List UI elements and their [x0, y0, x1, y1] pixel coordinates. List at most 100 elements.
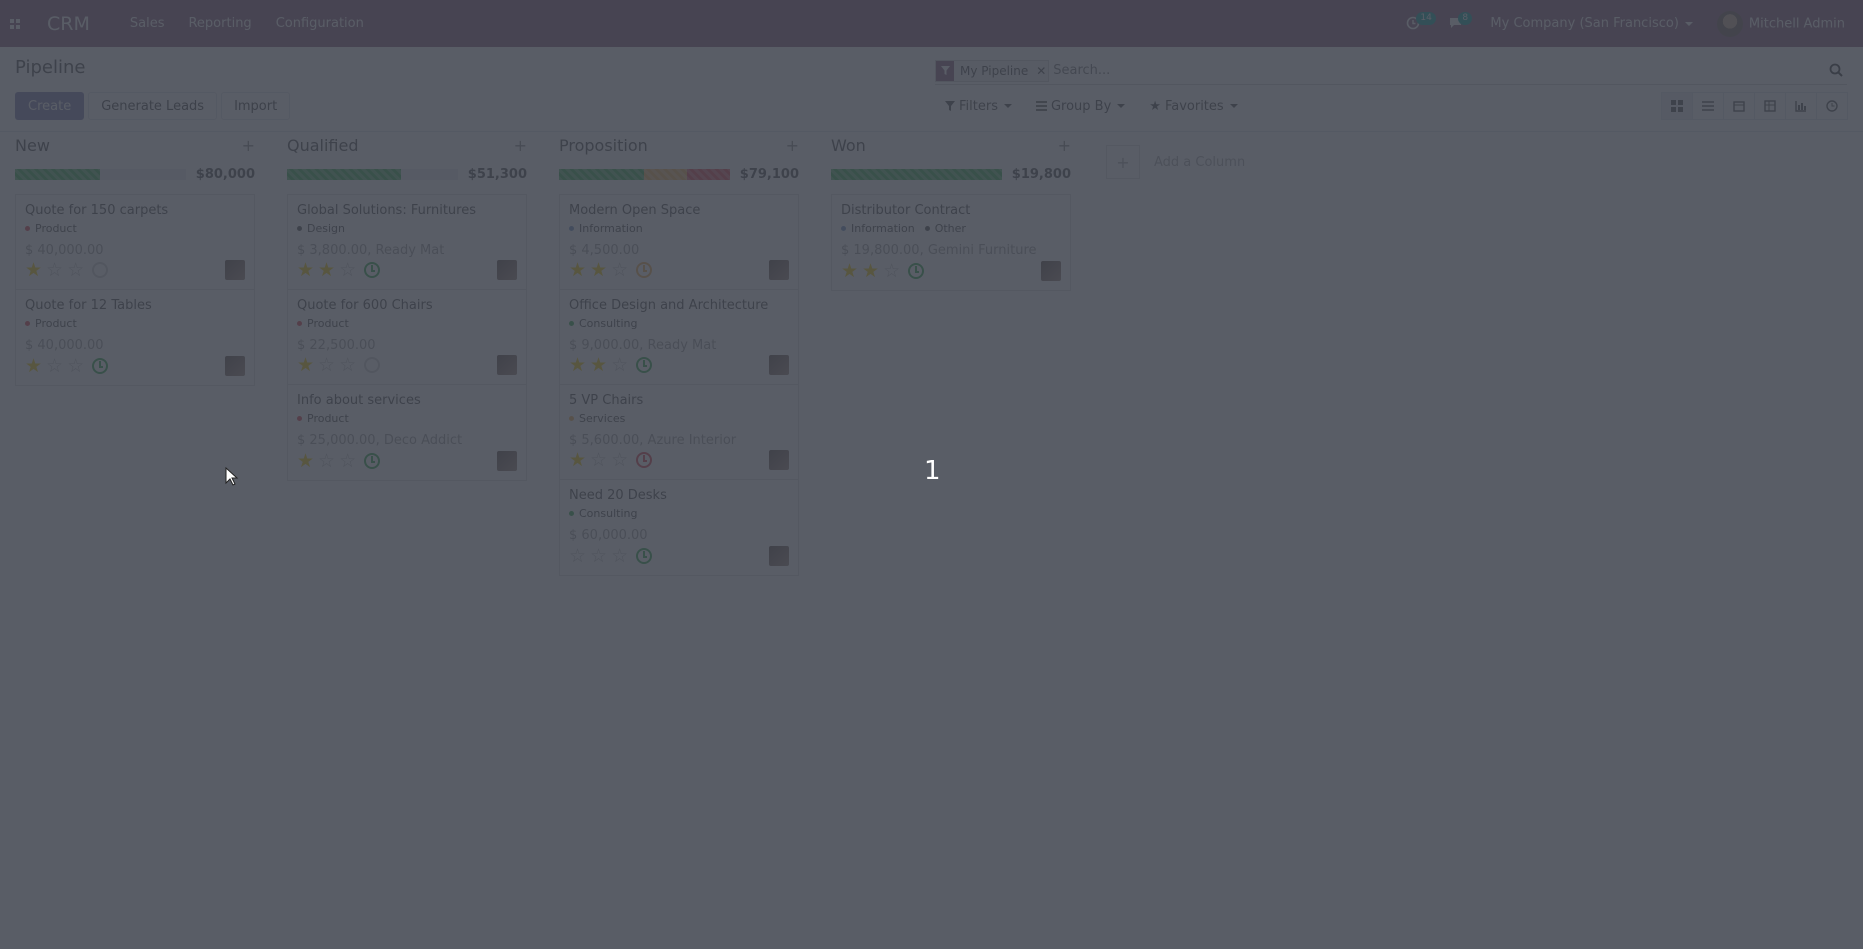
activity-clock-icon[interactable]: [364, 453, 381, 469]
star-filled-icon[interactable]: ★: [297, 260, 314, 280]
star-empty-icon[interactable]: ☆: [883, 261, 900, 281]
progress-segment[interactable]: [687, 168, 730, 180]
search-input[interactable]: [1053, 59, 1847, 82]
progress-segment[interactable]: [287, 168, 402, 180]
star-empty-icon[interactable]: ☆: [611, 546, 628, 566]
star-empty-icon[interactable]: ☆: [46, 356, 63, 376]
pivot-view-icon[interactable]: [1754, 92, 1786, 120]
avatar: [497, 260, 517, 280]
list-view-icon[interactable]: [1692, 92, 1724, 120]
quick-create-plus-icon[interactable]: +: [1058, 136, 1071, 155]
activity-clock-icon[interactable]: [636, 548, 653, 564]
star-empty-icon[interactable]: ☆: [67, 260, 84, 280]
messages-chat-icon[interactable]: 8: [1448, 11, 1473, 32]
star-empty-icon[interactable]: ☆: [590, 546, 607, 566]
generate-leads-button[interactable]: Generate Leads: [88, 92, 218, 120]
star-filled-icon[interactable]: ★: [841, 261, 858, 281]
column-title[interactable]: Qualified: [287, 136, 359, 155]
star-filled-icon[interactable]: ★: [569, 260, 586, 280]
search-icon[interactable]: [1829, 63, 1843, 81]
star-filled-icon[interactable]: ★: [318, 260, 335, 280]
star-filled-icon[interactable]: ★: [297, 355, 314, 375]
kanban-view-icon[interactable]: [1661, 92, 1693, 120]
column-progress-bar[interactable]: [287, 168, 458, 180]
star-empty-icon[interactable]: ☆: [611, 450, 628, 470]
activity-clock-icon[interactable]: [92, 358, 109, 374]
progress-segment[interactable]: [15, 168, 101, 180]
star-filled-icon[interactable]: ★: [590, 355, 607, 375]
filters-dropdown[interactable]: Filters: [935, 93, 1022, 119]
kanban-card[interactable]: Quote for 12 Tables Product $ 40,000.00 ★ ☆ ☆: [16, 290, 254, 385]
kanban-card[interactable]: Distributor Contract Information Other $ 19…: [832, 195, 1070, 290]
user-menu[interactable]: Mitchell Admin: [1716, 10, 1845, 37]
activity-clock-icon[interactable]: [636, 262, 653, 278]
column-progress-bar[interactable]: [831, 168, 1002, 180]
activity-clock-icon[interactable]: [364, 262, 381, 278]
menu-configuration[interactable]: Configuration: [276, 16, 364, 31]
star-empty-icon[interactable]: ☆: [318, 355, 335, 375]
favorites-dropdown[interactable]: ★ Favorites: [1139, 93, 1247, 119]
kanban-card[interactable]: 5 VP Chairs Services $ 5,600.00, Azure Int…: [560, 385, 798, 480]
kanban-card[interactable]: Office Design and Architecture Consulting…: [560, 290, 798, 385]
activity-clock-icon[interactable]: [364, 357, 381, 373]
star-empty-icon[interactable]: ☆: [569, 546, 586, 566]
company-switcher[interactable]: My Company (San Francisco): [1490, 16, 1693, 31]
activity-clock-icon[interactable]: [92, 262, 109, 278]
column-title[interactable]: Proposition: [559, 136, 648, 155]
kanban-card[interactable]: Quote for 150 carpets Product $ 40,000.00 ★…: [16, 195, 254, 290]
create-button[interactable]: Create: [15, 92, 85, 120]
kanban-card[interactable]: Need 20 Desks Consulting $ 60,000.00 ☆ ☆ ☆: [560, 480, 798, 575]
progress-segment[interactable]: [559, 168, 645, 180]
star-filled-icon[interactable]: ★: [569, 450, 586, 470]
group-by-dropdown[interactable]: Group By: [1026, 93, 1135, 119]
priority-stars: ☆ ☆ ☆: [569, 546, 628, 566]
menu-sales[interactable]: Sales: [130, 16, 165, 31]
card-footer: ★ ★ ☆: [569, 355, 789, 375]
star-empty-icon[interactable]: ☆: [339, 451, 356, 471]
star-filled-icon[interactable]: ★: [862, 261, 879, 281]
star-empty-icon[interactable]: ☆: [611, 260, 628, 280]
star-filled-icon[interactable]: ★: [569, 355, 586, 375]
priority-stars: ★ ☆ ☆: [25, 356, 84, 376]
kanban-card[interactable]: Info about services Product $ 25,000.00, D…: [288, 385, 526, 480]
graph-view-icon[interactable]: [1785, 92, 1817, 120]
kanban-card[interactable]: Global Solutions: Furnitures Design $ 3,80…: [288, 195, 526, 290]
column-title[interactable]: New: [15, 136, 50, 155]
import-button[interactable]: Import: [221, 92, 291, 120]
star-empty-icon[interactable]: ☆: [67, 356, 84, 376]
activity-clock-icon[interactable]: [636, 452, 653, 468]
quick-create-plus-icon[interactable]: +: [514, 136, 527, 155]
calendar-view-icon[interactable]: [1723, 92, 1755, 120]
star-empty-icon[interactable]: ☆: [590, 450, 607, 470]
activity-clock-icon[interactable]: [908, 263, 925, 279]
quick-create-plus-icon[interactable]: +: [786, 136, 799, 155]
star-filled-icon[interactable]: ★: [25, 260, 42, 280]
add-column-button[interactable]: + Add a Column: [1106, 145, 1245, 179]
star-empty-icon[interactable]: ☆: [339, 260, 356, 280]
activity-clock-icon[interactable]: [636, 357, 653, 373]
activity-view-icon[interactable]: [1816, 92, 1848, 120]
star-empty-icon[interactable]: ☆: [611, 355, 628, 375]
star-filled-icon[interactable]: ★: [590, 260, 607, 280]
app-brand[interactable]: CRM: [47, 13, 90, 35]
kanban-card[interactable]: Modern Open Space Information $ 4,500.00 ★ ★…: [560, 195, 798, 290]
star-filled-icon[interactable]: ★: [25, 356, 42, 376]
activity-clock-icon[interactable]: 14: [1406, 11, 1436, 32]
progress-segment[interactable]: [831, 168, 1002, 180]
apps-menu-icon[interactable]: [0, 0, 30, 47]
menu-reporting[interactable]: Reporting: [188, 16, 251, 31]
tag-dot-icon: [25, 321, 30, 326]
tag: Other: [924, 222, 966, 235]
activity-count-badge: 14: [1416, 11, 1436, 25]
column-progress-bar[interactable]: [559, 168, 730, 180]
kanban-card[interactable]: Quote for 600 Chairs Product $ 22,500.00 ★ ☆…: [288, 290, 526, 385]
star-empty-icon[interactable]: ☆: [339, 355, 356, 375]
star-empty-icon[interactable]: ☆: [318, 451, 335, 471]
progress-segment[interactable]: [644, 168, 688, 180]
column-progress-bar[interactable]: [15, 168, 186, 180]
star-empty-icon[interactable]: ☆: [46, 260, 63, 280]
quick-create-plus-icon[interactable]: +: [242, 136, 255, 155]
remove-facet-icon[interactable]: ✕: [1034, 60, 1049, 81]
star-filled-icon[interactable]: ★: [297, 451, 314, 471]
column-title[interactable]: Won: [831, 136, 866, 155]
